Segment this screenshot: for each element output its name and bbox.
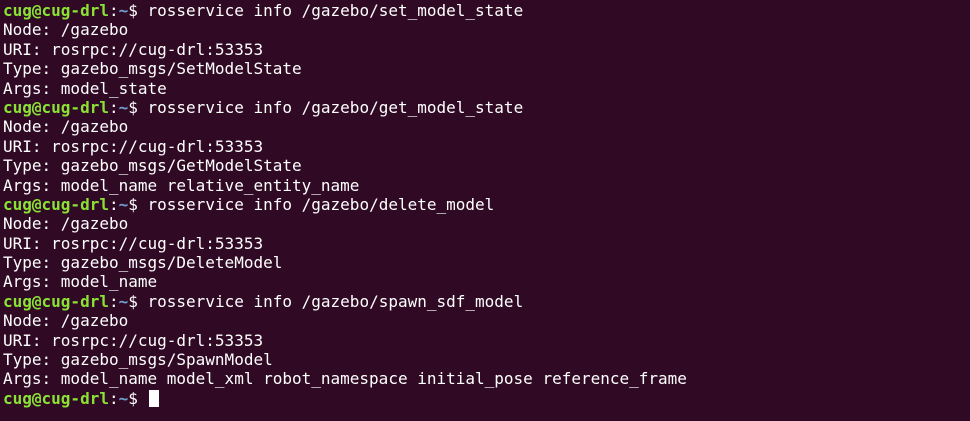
output-line: Args: model_state [3, 78, 167, 98]
output-line: URI: rosrpc://cug-drl:53353 [3, 39, 264, 59]
terminal-window[interactable]: cug@cug-drl:~$ rosservice info /gazebo/s… [0, 0, 970, 421]
output-line: Node: /gazebo [3, 214, 129, 234]
output-line: Type: gazebo_msgs/SpawnModel [3, 350, 273, 370]
output-line: Node: /gazebo [3, 311, 129, 331]
prompt-separator: : [108, 291, 119, 311]
prompt-user-host: cug@cug-drl [3, 291, 109, 311]
text-cursor [148, 389, 159, 407]
output-line: Type: gazebo_msgs/SetModelState [3, 59, 302, 79]
prompt-user-host: cug@cug-drl [3, 1, 109, 20]
output-line: URI: rosrpc://cug-drl:53353 [3, 233, 264, 253]
prompt-cwd: ~ [118, 194, 129, 214]
prompt-user-host: cug@cug-drl [3, 97, 109, 117]
prompt-symbol: $ [128, 194, 148, 214]
output-line: URI: rosrpc://cug-drl:53353 [3, 136, 264, 156]
prompt-line: cug@cug-drl:~$ rosservice info /gazebo/s… [3, 292, 970, 311]
command-text: rosservice info /gazebo/set_model_state [147, 1, 524, 20]
output-line: Node: /gazebo [3, 20, 129, 40]
prompt-separator: : [108, 194, 119, 214]
prompt-cwd: ~ [118, 291, 129, 311]
prompt-line: cug@cug-drl:~$ rosservice info /gazebo/s… [3, 1, 970, 20]
prompt-cwd: ~ [118, 388, 129, 408]
prompt-line: cug@cug-drl:~$ rosservice info /gazebo/d… [3, 195, 970, 214]
prompt-line: cug@cug-drl:~$ rosservice info /gazebo/g… [3, 98, 970, 117]
prompt-user-host: cug@cug-drl [3, 388, 109, 408]
prompt-separator: : [108, 1, 119, 20]
prompt-symbol: $ [128, 291, 148, 311]
output-line: URI: rosrpc://cug-drl:53353 [3, 330, 264, 350]
command-text: rosservice info /gazebo/get_model_state [147, 97, 524, 117]
output-line: Type: gazebo_msgs/GetModelState [3, 156, 302, 176]
prompt-cwd: ~ [118, 97, 129, 117]
prompt-user-host: cug@cug-drl [3, 194, 109, 214]
prompt-separator: : [108, 388, 119, 408]
command-text: rosservice info /gazebo/spawn_sdf_model [147, 291, 524, 311]
output-line: Type: gazebo_msgs/DeleteModel [3, 253, 283, 273]
command-text: rosservice info /gazebo/delete_model [147, 194, 495, 214]
prompt-symbol: $ [128, 1, 148, 20]
prompt-separator: : [108, 97, 119, 117]
prompt-symbol: $ [128, 97, 148, 117]
output-line: Node: /gazebo [3, 117, 129, 137]
output-line: Args: model_name model_xml robot_namespa… [3, 369, 687, 389]
active-prompt-line[interactable]: cug@cug-drl:~$ [3, 389, 970, 408]
output-line: Args: model_name relative_entity_name [3, 175, 360, 195]
output-line: Args: model_name [3, 272, 158, 292]
prompt-symbol: $ [128, 388, 148, 408]
prompt-cwd: ~ [118, 1, 129, 20]
